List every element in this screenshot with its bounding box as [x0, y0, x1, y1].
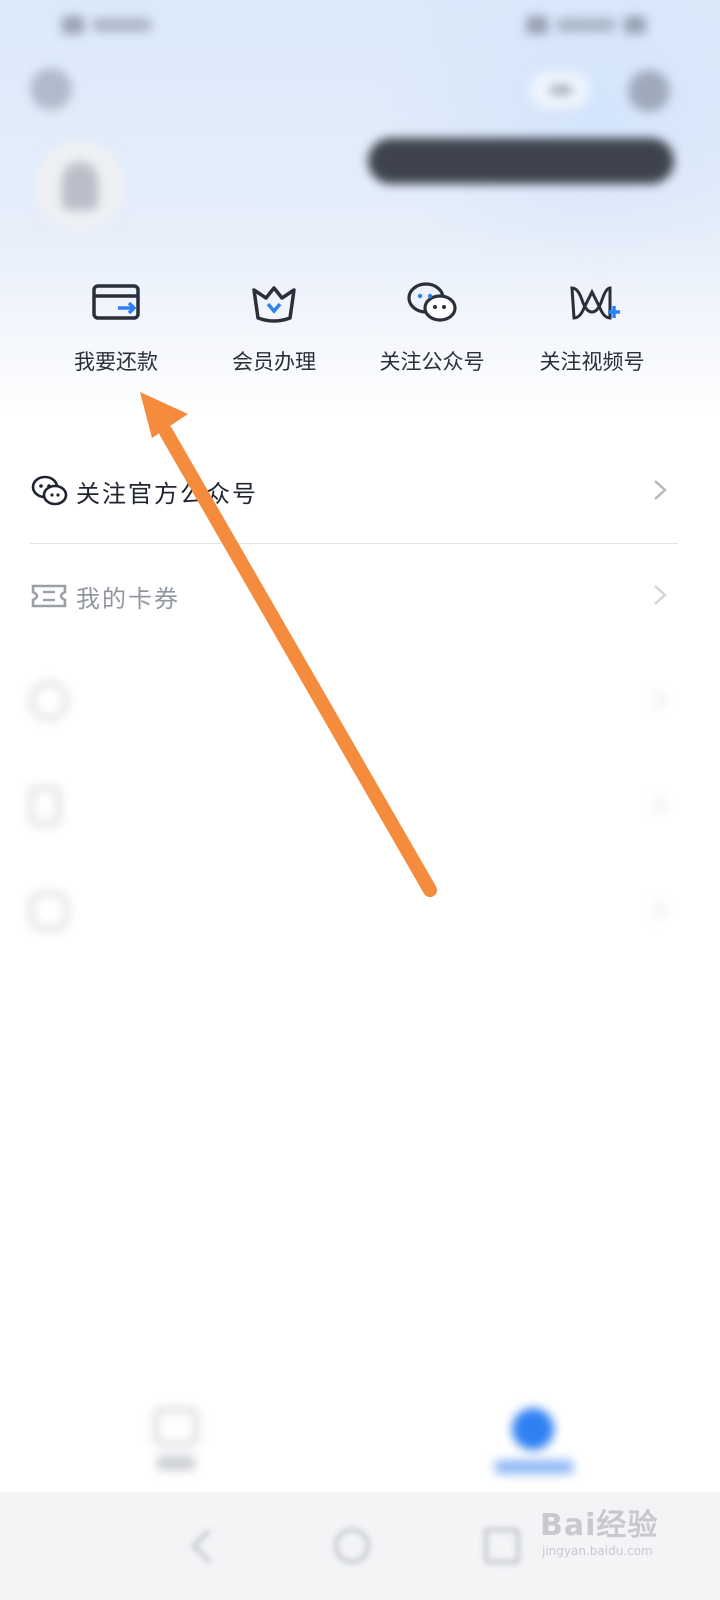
quick-action-member[interactable]: 会员办理	[194, 270, 354, 380]
status-bar-right	[456, 12, 646, 38]
recents-icon[interactable]	[484, 1528, 520, 1564]
list-item-official-account[interactable]: 关注官方公众号	[30, 440, 678, 545]
chevron-right-icon	[654, 900, 667, 920]
list-item-phone[interactable]	[30, 755, 678, 860]
chevron-right-icon	[654, 795, 667, 815]
list-item-chat[interactable]	[30, 860, 678, 965]
watermark-logo: Bai经验	[540, 1508, 659, 1543]
nav-tab-mine[interactable]	[494, 1404, 574, 1476]
more-icon[interactable]	[628, 70, 670, 112]
divider	[30, 542, 678, 544]
settings-icon[interactable]	[30, 68, 72, 110]
quick-action-label: 关注公众号	[379, 350, 485, 374]
back-icon[interactable]	[186, 1528, 222, 1564]
list-item-help[interactable]	[30, 650, 678, 755]
wechat-icon	[31, 475, 68, 506]
chat-icon	[30, 892, 68, 930]
nav-label	[494, 1460, 574, 1474]
chevron-right-icon	[654, 585, 667, 605]
coupon-icon	[31, 584, 67, 608]
nav-label	[156, 1456, 196, 1470]
home-circle-icon[interactable]	[334, 1528, 370, 1564]
phone-icon	[30, 787, 60, 825]
quick-action-label: 关注视频号	[539, 350, 645, 374]
quick-action-video-channel[interactable]: 关注视频号	[512, 270, 672, 380]
quick-action-repay[interactable]: 我要还款	[36, 270, 196, 380]
quick-action-label: 会员办理	[232, 350, 316, 374]
watermark-url: jingyan.baidu.com	[542, 1544, 653, 1558]
nav-tab-home[interactable]	[148, 1408, 204, 1474]
quick-actions: 我要还款 会员办理 关注公众号 关注视频号	[0, 270, 720, 390]
help-icon	[30, 682, 68, 720]
list-item-label: 关注官方公众号	[76, 480, 258, 508]
member-pill-button[interactable]	[368, 138, 674, 184]
watermark: Bai经验 jingyan.baidu.com	[540, 1500, 710, 1590]
wechat-icon	[407, 282, 457, 322]
list-item-label: 我的卡券	[76, 585, 180, 613]
header-background	[390, 0, 720, 260]
chevron-right-icon	[654, 690, 667, 710]
list-item-coupons[interactable]: 我的卡券	[30, 545, 678, 650]
member-crown-icon	[252, 286, 296, 323]
chevron-right-icon	[654, 480, 667, 500]
quick-action-label: 我要还款	[74, 350, 158, 374]
video-channel-icon	[570, 286, 620, 320]
avatar[interactable]	[34, 140, 126, 232]
home-icon	[154, 1408, 198, 1446]
quick-action-official-account[interactable]: 关注公众号	[352, 270, 512, 380]
mine-icon	[512, 1408, 554, 1450]
bottom-nav	[0, 1390, 720, 1490]
repay-card-icon	[92, 284, 140, 320]
profile-header: 我要还款 会员办理 关注公众号 关注视频号	[0, 0, 720, 420]
menu-list: 关注官方公众号 我的卡券	[30, 440, 678, 965]
message-icon[interactable]	[530, 72, 590, 108]
status-bar-left	[62, 12, 186, 38]
